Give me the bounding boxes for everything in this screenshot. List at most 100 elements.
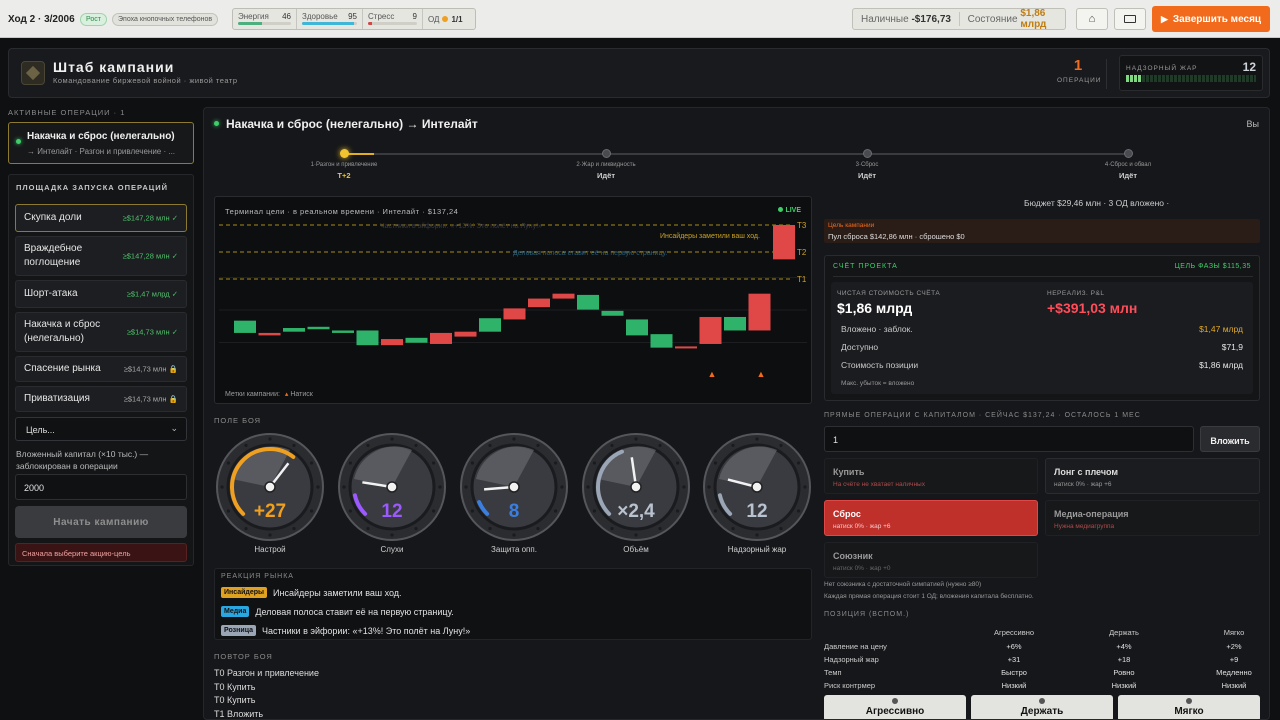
replay-list: T0 Разгон и привлечение T0 Купить T0 Куп… (214, 667, 319, 719)
gauge-dial: 12 (338, 433, 446, 541)
gauge: 12 Слухи (336, 431, 448, 554)
operation-panel: Накачка и сброс (нелегально) → Интелайт … (203, 107, 1270, 720)
od-counter: ОД 1/1 (428, 14, 463, 24)
op-status-dot-icon (214, 121, 219, 126)
reaction-row: Розница Частники в эйфории: «+13%! Это п… (221, 625, 470, 636)
buy-action[interactable]: Купить На счёте не хватает наличных (824, 458, 1038, 494)
soft-button[interactable]: Мягко (1118, 695, 1260, 719)
gauge-value: 8 (509, 501, 520, 522)
target-level-label: T2 (797, 248, 807, 257)
end-month-button[interactable]: ▶ Завершить месяц (1152, 6, 1270, 32)
budget-line: Бюджет $29,46 млн · 3 ОД вложено · (1024, 198, 1170, 208)
aggressive-button[interactable]: Агрессивно (824, 695, 966, 719)
position-cell: Низкий (1111, 681, 1137, 690)
candle (503, 308, 526, 320)
invest-button[interactable]: Вложить (1200, 426, 1260, 452)
op-hostile-takeover[interactable]: Враждебное поглощение ≥$147,28 млн ✓ (15, 236, 187, 276)
stats-panel: Энергия 46 Здоровье 95 Стресс 9 ОД 1/1 (232, 8, 476, 30)
era-badge: Эпоха кнопочных телефонов (112, 12, 219, 26)
position-cell: +31 (1007, 655, 1021, 664)
heat-value: 12 (1242, 60, 1256, 74)
home-button[interactable]: ⌂ (1076, 8, 1108, 30)
gauge-dial: 8 (460, 433, 568, 541)
candle (528, 298, 550, 308)
target-select[interactable]: Цель... ⌄ (15, 417, 187, 441)
campaign-goal: Цель кампании Пул сброса $142,86 млн · с… (824, 219, 1260, 243)
op-buyout[interactable]: Скупка доли ≥$147,28 млн ✓ (15, 204, 187, 232)
position-col-header: Агрессивно (993, 628, 1035, 637)
phase-step-label: 1·Разгон и привлечение (310, 162, 378, 168)
stat-energy: Энергия 46 (233, 9, 297, 29)
chart-legend: Метки кампании: ▴ Натиск (225, 391, 313, 398)
replay-item: T0 Разгон и привлечение (214, 668, 319, 678)
leveraged-long-action[interactable]: Лонг с плечом натиск 0% · жар +6 (1045, 458, 1260, 494)
pnl-value: +$391,03 млн (1047, 300, 1138, 316)
ops-count: 1 (1073, 57, 1083, 74)
position-row-label: Риск контрмер (824, 681, 876, 690)
direct-ops-label: ПРЯМЫЕ ОПЕРАЦИИ С КАПИТАЛОМ · СЕЙЧАС $13… (824, 412, 1141, 419)
chart-annotation: Частники в эйфории: «+13%! Это полёт на … (380, 222, 542, 230)
op-privatization[interactable]: Приватизация ≥$14,73 млн 🔒 (15, 386, 187, 412)
candlestick-chart: T3 T2 T1 Инсайдеры заметили ваш ход. Частник… (219, 221, 807, 379)
money-panel: Наличные -$176,73 Состояние $1,86 млрд (852, 8, 1066, 30)
retail-tag: Розница (221, 625, 256, 636)
reaction-row: Медиа Деловая полоса ставит её на первую… (221, 606, 454, 617)
live-badge: LIVE (778, 207, 801, 214)
phase-step-dot (863, 149, 872, 158)
replay-item: T1 Вложить (214, 708, 264, 719)
replay-item: T0 Купить (214, 695, 256, 705)
gauge-value: 12 (746, 501, 767, 522)
phase-step-label: 3·Сброс (855, 162, 879, 168)
gauge: 8 Защита опп. (458, 431, 570, 554)
stress-bar-fill (368, 22, 373, 25)
heat-meter (1126, 75, 1256, 82)
phase-track (344, 153, 1128, 155)
gauge-label: Настрой (254, 545, 286, 554)
active-op-card[interactable]: Накачка и сброс (нелегально) → Интелайт … (8, 122, 194, 164)
op-pump-and-dump[interactable]: Накачка и сброс (нелегально) ≥$14,73 млн… (15, 312, 187, 352)
health-bar-fill (302, 22, 355, 25)
od-coin-icon (442, 16, 449, 22)
hold-button[interactable]: Держать (971, 695, 1113, 719)
candle (773, 225, 795, 260)
candle (258, 332, 281, 336)
phase-step-status: Идёт (1119, 171, 1137, 180)
media-op-action[interactable]: Медиа-операция Нужна медиагруппа (1045, 500, 1260, 536)
direct-amount-input[interactable]: 1 (824, 426, 1194, 452)
target-terminal: Терминал цели · в реальном времени · Инт… (214, 196, 812, 404)
position-cell: +6% (1006, 642, 1022, 651)
candle (332, 330, 354, 333)
gauge-dial: ×2,4 (582, 433, 690, 541)
op-market-rescue[interactable]: Спасение рынка ≥$14,73 млн 🔒 (15, 356, 187, 382)
candle (601, 310, 624, 316)
op-short-attack[interactable]: Шорт-атака ≥$1,47 млрд ✓ (15, 280, 187, 308)
phase-step-label: 2·Жар и ликвидность (576, 162, 636, 168)
cash-value: -$176,73 (911, 13, 951, 25)
dump-action[interactable]: Сброс натиск 0% · жар +6 (824, 500, 1038, 536)
fast-forward-icon: ▶ (1160, 13, 1168, 24)
candle (234, 320, 256, 333)
account-row-label: Вложено · заблок. (841, 324, 913, 334)
terminal-button[interactable] (1114, 8, 1146, 30)
gauge-value: 12 (381, 501, 402, 522)
start-campaign-button[interactable]: Начать кампанию (15, 506, 187, 538)
position-cell: Низкий (1221, 681, 1247, 690)
target-level-label: T3 (797, 221, 807, 230)
position-cell: Быстро (1001, 668, 1027, 677)
ally-action[interactable]: Союзник натиск 0% · жар +0 (824, 542, 1038, 578)
heat-meter-fill (1126, 75, 1142, 82)
gauge: 12 Надзорный жар (701, 431, 813, 554)
candle (675, 346, 697, 349)
capital-input[interactable]: 2000 (15, 474, 187, 500)
account-row-label: Стоимость позиции (841, 360, 919, 370)
turn-indicator: Ход 2 · 3/2006 (8, 13, 75, 25)
candle (626, 319, 648, 336)
candle (699, 316, 722, 344)
position-col-header: Мягко (1223, 628, 1245, 637)
ally-note: Нет союзника с достаточной симпатией (ну… (824, 581, 982, 588)
candle (552, 293, 575, 299)
gauge-dial: +27 (216, 433, 324, 541)
phase-step-label: 4·Сброс и обвал (1104, 162, 1152, 168)
position-row-label: Надзорный жар (824, 655, 879, 664)
active-ops-label: АКТИВНЫЕ ОПЕРАЦИИ · 1 (8, 108, 126, 117)
